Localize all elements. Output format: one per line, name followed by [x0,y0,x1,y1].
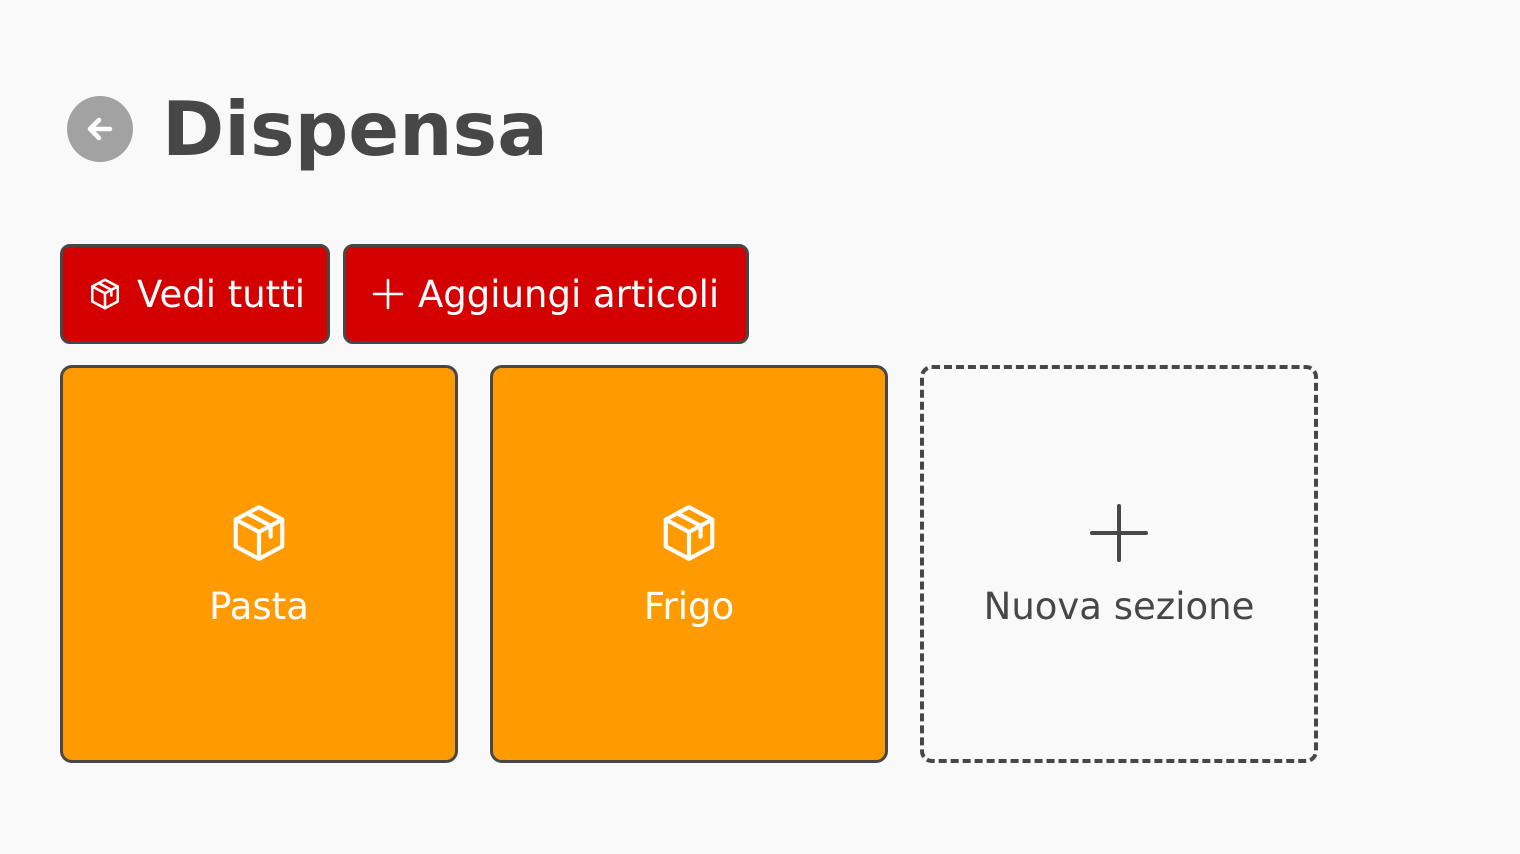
plus-icon [1090,501,1148,565]
package-icon [87,276,123,312]
section-grid: Pasta Frigo Nuova sezione [60,365,1318,763]
arrow-left-icon [83,112,117,146]
package-icon [658,501,720,565]
add-items-label: Aggiungi articoli [418,272,720,316]
package-icon [228,501,290,565]
view-all-label: Vedi tutti [137,272,305,316]
plus-icon [372,278,404,310]
add-items-button[interactable]: Aggiungi articoli [343,244,749,344]
back-button[interactable] [67,96,133,162]
section-tile-pasta[interactable]: Pasta [60,365,458,763]
toolbar: Vedi tutti Aggiungi articoli [60,244,749,344]
section-label: Pasta [209,584,309,628]
section-label: Frigo [643,584,735,628]
new-section-label: Nuova sezione [983,584,1255,628]
new-section-tile[interactable]: Nuova sezione [920,365,1318,763]
section-tile-frigo[interactable]: Frigo [490,365,888,763]
view-all-button[interactable]: Vedi tutti [60,244,330,344]
page-header: Dispensa [67,84,548,174]
page-title: Dispensa [162,84,548,173]
